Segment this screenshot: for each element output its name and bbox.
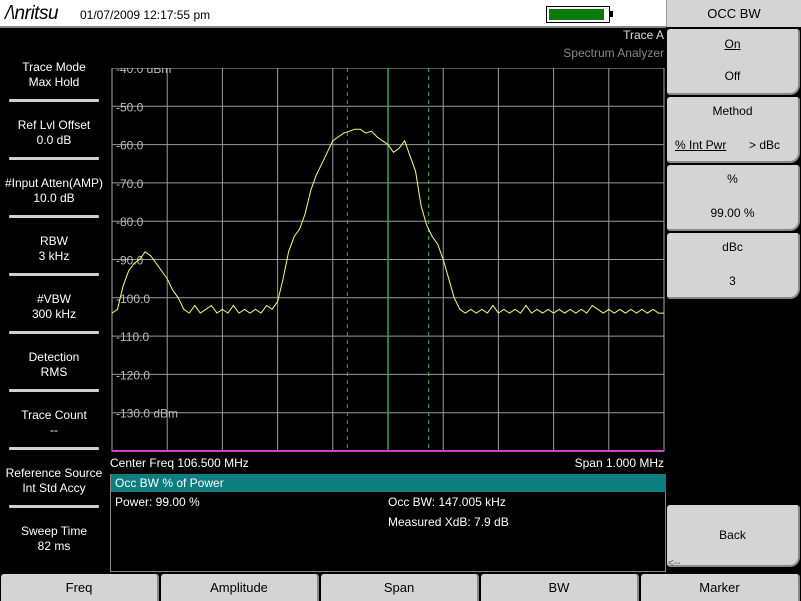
battery-tip [610,11,613,17]
param-separator [9,273,99,276]
percent-value: 99.00 % [710,206,755,220]
param-label: Reference Source [5,466,103,480]
dbc-label: dBc [722,240,743,254]
y-tick-label: -120.0 [116,368,150,382]
status-header: /\nritsu 01/07/2009 12:17:55 pm [0,0,666,28]
tab-amplitude[interactable]: Amplitude [161,574,319,601]
y-tick-label: -60.0 [116,139,144,153]
mode-label: Spectrum Analyzer [563,46,664,60]
spectrum-plot: Trace A Spectrum Analyzer -40.0 dBm -50.0… [110,28,666,474]
y-tick-label: -50.0 [116,100,144,114]
method-softkey[interactable]: Method % Int Pwr > dBc [667,97,800,163]
on-off-softkey[interactable]: On Off [667,29,800,95]
battery-icon [546,6,610,23]
param-block: Reference Source Int Std Accy [0,466,108,508]
param-value: RMS [40,365,68,379]
battery-fill [549,9,605,20]
param-block: RBW 3 kHz [0,234,108,276]
y-tick-label: -70.0 [116,177,144,191]
main-menu-bar: Freq Amplitude Span BW Marker [0,573,801,601]
back-label: Back [719,528,746,542]
param-separator [9,389,99,392]
y-tick-label: -130.0 dBm [116,407,178,421]
graticule[interactable]: -40.0 dBm-50.0-60.0-70.0-80.0-90.0-100.0… [110,68,666,452]
tab-freq[interactable]: Freq [1,574,159,601]
measurement-title: Occ BW % of Power [111,474,666,492]
param-value: 10.0 dB [33,191,75,205]
measured-xdb-readout: Measured XdB: 7.9 dB [388,515,509,529]
param-separator [9,331,99,334]
percent-label: % [727,172,738,186]
dbc-value: 3 [729,274,736,288]
y-tick-label: -90.0 [116,254,144,268]
tab-marker[interactable]: Marker [641,574,800,601]
param-block: Detection RMS [0,350,108,392]
softkey-menu: OCC BW On Off Method % Int Pwr > dBc % 9… [666,0,801,573]
param-separator [9,99,99,102]
back-softkey[interactable]: Back [667,505,800,567]
param-block: #Input Atten(AMP) 10.0 dB [0,176,108,218]
param-label: Sweep Time [20,524,88,538]
param-block: Ref Lvl Offset 0.0 dB [0,118,108,160]
anritsu-logo: /\nritsu [5,3,59,24]
trace-label: Trace A [623,28,664,42]
param-separator [9,447,99,450]
measurement-panel: Occ BW % of Power Power: 99.00 % Occ BW:… [110,474,666,572]
y-tick-label: -80.0 [116,215,144,229]
dbc-softkey[interactable]: dBc 3 [667,233,800,299]
power-readout: Power: 99.00 % [115,495,200,509]
param-value: 300 kHz [31,307,77,321]
param-value: -- [50,423,58,437]
tab-span[interactable]: Span [321,574,479,601]
parameter-panel: Trace Mode Max Hold Ref Lvl Offset 0.0 dB #I… [0,28,110,573]
param-label: Detection [28,350,80,364]
back-arrow-icon: <-- [668,558,681,569]
param-block: Trace Mode Max Hold [0,60,108,102]
param-label: Ref Lvl Offset [17,118,91,132]
param-block: Trace Count -- [0,408,108,450]
param-label: Trace Count [21,408,87,422]
param-label: Trace Mode [22,60,86,74]
y-tick-label: -40.0 dBm [116,68,171,76]
param-value: Max Hold [28,75,80,89]
int-pwr-option: % Int Pwr [675,138,727,152]
param-separator [9,157,99,160]
y-tick-label: -110.0 [116,330,149,344]
param-value: 3 kHz [38,249,70,263]
param-label: #Input Atten(AMP) [4,176,104,190]
method-label: Method [712,104,753,118]
param-block: #VBW 300 kHz [0,292,108,334]
param-value: 82 ms [37,539,71,553]
param-value: Int Std Accy [22,481,86,495]
param-value: 0.0 dB [36,133,72,147]
tab-bw[interactable]: BW [481,574,639,601]
dbc-option: > dBc [749,138,781,152]
menu-title: OCC BW [666,0,801,27]
on-option: On [724,37,741,51]
param-label: #VBW [36,292,71,306]
percent-softkey[interactable]: % 99.00 % [667,165,800,231]
param-separator [9,215,99,218]
center-freq-readout: Center Freq 106.500 MHz [110,456,249,470]
off-option: Off [724,69,741,83]
param-separator [9,505,99,508]
param-block: Sweep Time 82 ms [0,524,108,554]
date-time: 01/07/2009 12:17:55 pm [80,8,211,22]
param-label: RBW [40,234,68,248]
occ-bw-readout: Occ BW: 147.005 kHz [388,495,506,509]
span-readout: Span 1.000 MHz [574,456,664,470]
